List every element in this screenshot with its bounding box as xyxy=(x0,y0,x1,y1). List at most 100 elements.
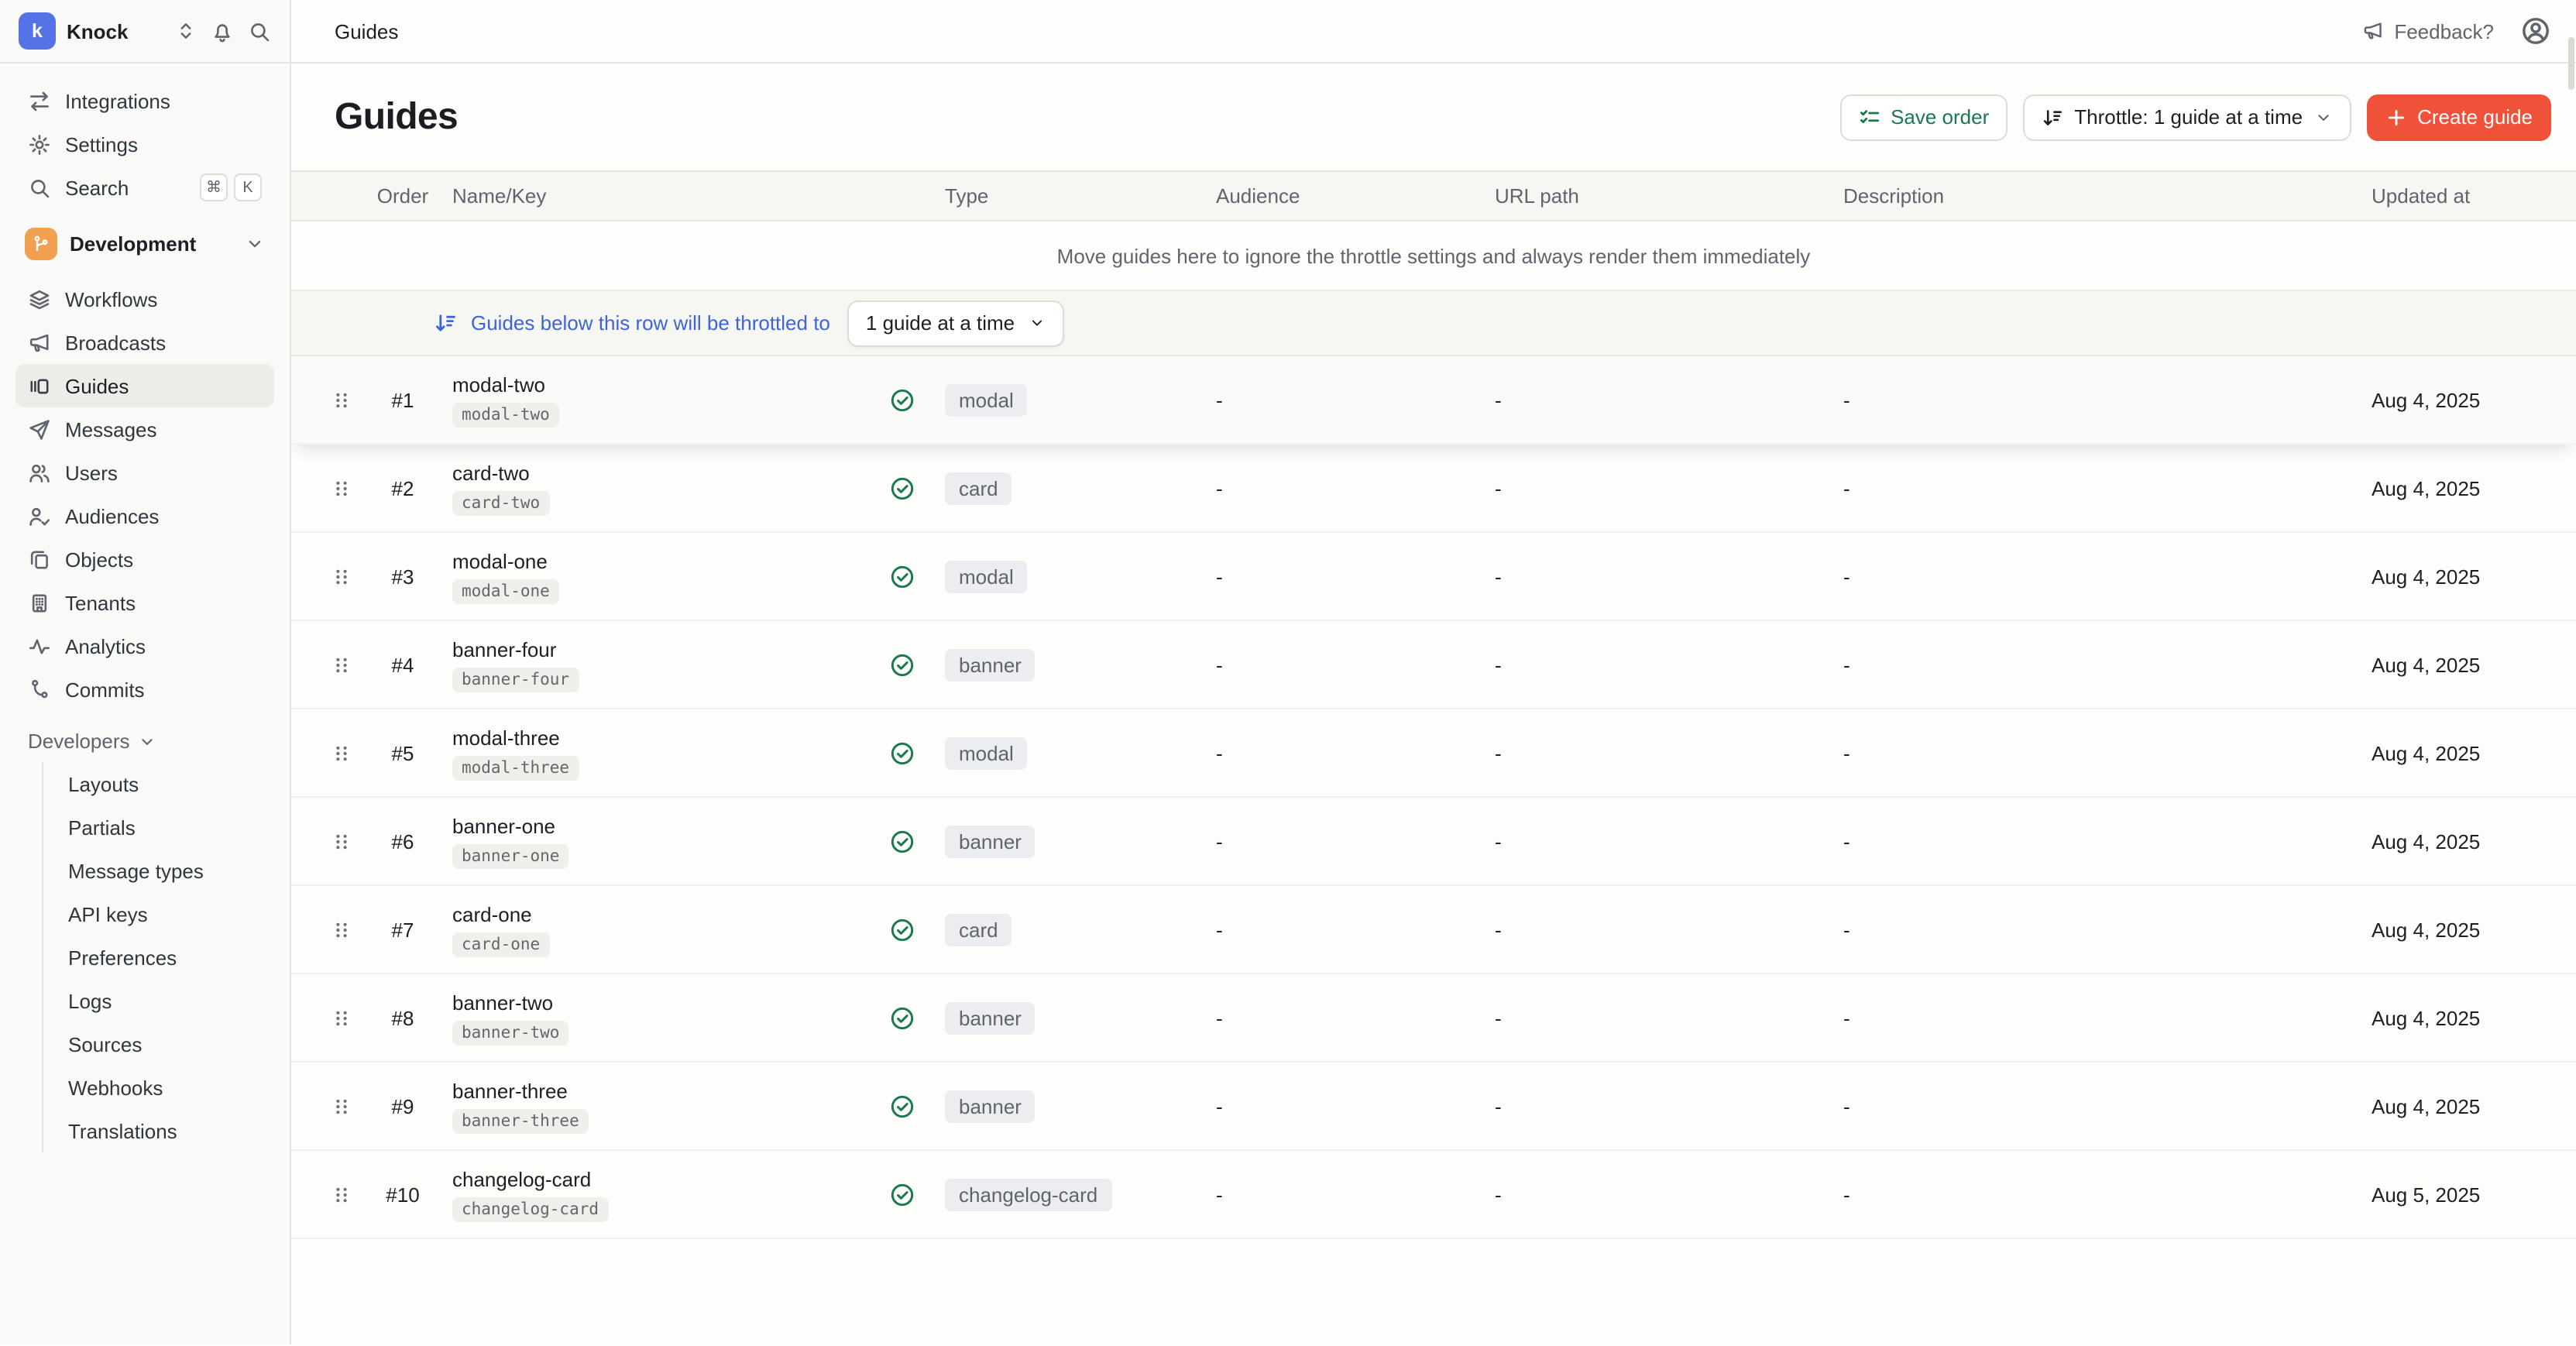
drag-handle-icon[interactable] xyxy=(329,1094,352,1118)
row-drag-cell xyxy=(307,1006,375,1029)
row-updated-at: Aug 4, 2025 xyxy=(2361,741,2551,764)
type-badge: modal xyxy=(945,383,1028,416)
drag-handle-icon[interactable] xyxy=(329,653,352,676)
row-order: #10 xyxy=(375,1183,431,1206)
type-badge: banner xyxy=(945,825,1036,857)
guide-name[interactable]: banner-one xyxy=(452,814,871,837)
feedback-label: Feedback? xyxy=(2394,19,2494,43)
top-bar-right: Feedback? xyxy=(2361,15,2551,46)
sidebar: Integrations Settings Search ⌘ K xyxy=(0,64,291,1344)
megaphone-icon xyxy=(2361,20,2383,42)
throttle-select[interactable]: 1 guide at a time xyxy=(847,300,1064,346)
circle-check-icon xyxy=(888,475,915,501)
table-row[interactable]: #6 banner-one banner-one banner - - xyxy=(291,798,2576,886)
guide-name[interactable]: modal-three xyxy=(452,726,871,749)
sidebar-item-settings[interactable]: Settings xyxy=(15,122,274,166)
row-updated-at: Aug 5, 2025 xyxy=(2361,1183,2551,1206)
feedback-button[interactable]: Feedback? xyxy=(2361,19,2494,43)
row-order: #9 xyxy=(375,1094,431,1118)
sidebar-section-developers[interactable]: Developers xyxy=(15,720,274,762)
guide-name[interactable]: card-one xyxy=(452,902,871,925)
vertical-scrollbar-thumb[interactable] xyxy=(2568,37,2574,90)
sidebar-item-workflows[interactable]: Workflows xyxy=(15,277,274,321)
sidebar-item-users[interactable]: Users xyxy=(15,451,274,494)
sidebar-item-audiences[interactable]: Audiences xyxy=(15,494,274,537)
guide-name[interactable]: card-two xyxy=(452,461,871,484)
sidebar-item-message-types[interactable]: Message types xyxy=(43,849,274,892)
search-icon[interactable] xyxy=(248,19,271,43)
sidebar-item-search[interactable]: Search ⌘ K xyxy=(15,166,274,209)
environment-switcher[interactable]: Development xyxy=(15,220,274,266)
unthrottled-drop-zone[interactable]: Move guides here to ignore the throttle … xyxy=(291,221,2576,291)
guide-name[interactable]: banner-three xyxy=(452,1079,871,1102)
row-name-cell: banner-two banner-two xyxy=(431,991,871,1045)
row-order: #4 xyxy=(375,653,431,676)
table-row[interactable]: #4 banner-four banner-four banner - - xyxy=(291,621,2576,709)
drag-handle-icon[interactable] xyxy=(329,476,352,500)
table-row[interactable]: #8 banner-two banner-two banner - - xyxy=(291,974,2576,1063)
row-audience: - xyxy=(1196,388,1484,411)
drag-handle-icon[interactable] xyxy=(329,1006,352,1029)
guide-name[interactable]: banner-four xyxy=(452,637,871,661)
drag-handle-icon[interactable] xyxy=(329,829,352,853)
sidebar-item-analytics[interactable]: Analytics xyxy=(15,624,274,668)
sidebar-item-sources[interactable]: Sources xyxy=(43,1022,274,1066)
sidebar-item-broadcasts[interactable]: Broadcasts xyxy=(15,321,274,364)
row-url-path: - xyxy=(1484,741,1834,764)
row-order: #8 xyxy=(375,1006,431,1029)
sidebar-top-nav: Integrations Settings xyxy=(15,79,274,166)
sidebar-item-tenants[interactable]: Tenants xyxy=(15,581,274,624)
sidebar-item-layouts[interactable]: Layouts xyxy=(43,762,274,805)
user-circle-icon[interactable] xyxy=(2520,15,2551,46)
guide-name[interactable]: modal-two xyxy=(452,373,871,396)
type-badge: banner xyxy=(945,1001,1036,1034)
git-branch-icon xyxy=(31,233,51,253)
drag-handle-icon[interactable] xyxy=(329,565,352,588)
drag-handle-icon[interactable] xyxy=(329,388,352,411)
sidebar-item-label: Layouts xyxy=(68,772,139,795)
sidebar-item-partials[interactable]: Partials xyxy=(43,805,274,849)
bell-icon[interactable] xyxy=(211,19,234,43)
table-row[interactable]: #1 modal-two modal-two modal - - xyxy=(291,356,2576,445)
drag-handle-icon[interactable] xyxy=(329,1183,352,1206)
row-type-cell: card xyxy=(933,913,1196,946)
table-row[interactable]: #3 modal-one modal-one modal - - xyxy=(291,533,2576,621)
sidebar-item-webhooks[interactable]: Webhooks xyxy=(43,1066,274,1109)
sidebar-item-preferences[interactable]: Preferences xyxy=(43,936,274,979)
sidebar-item-commits[interactable]: Commits xyxy=(15,668,274,711)
sidebar-item-integrations[interactable]: Integrations xyxy=(15,79,274,122)
row-description: - xyxy=(1834,653,2361,676)
page-title: Guides xyxy=(335,95,458,139)
chevron-down-icon xyxy=(245,233,265,253)
row-audience: - xyxy=(1196,1006,1484,1029)
knock-logo: k xyxy=(19,12,56,50)
row-status-cell xyxy=(871,1093,933,1119)
sidebar-item-objects[interactable]: Objects xyxy=(15,537,274,581)
table-row[interactable]: #9 banner-three banner-three banner - - xyxy=(291,1063,2576,1151)
sidebar-item-api-keys[interactable]: API keys xyxy=(43,892,274,936)
row-drag-cell xyxy=(307,1183,375,1206)
workspace-switcher[interactable]: k Knock xyxy=(0,0,291,62)
sidebar-item-guides[interactable]: Guides xyxy=(15,364,274,407)
table-row[interactable]: #5 modal-three modal-three modal - - xyxy=(291,709,2576,798)
row-url-path: - xyxy=(1484,476,1834,500)
sidebar-item-logs[interactable]: Logs xyxy=(43,979,274,1022)
throttle-button[interactable]: Throttle: 1 guide at a time xyxy=(2023,94,2351,140)
drag-handle-icon[interactable] xyxy=(329,918,352,941)
save-order-button[interactable]: Save order xyxy=(1839,94,2008,140)
guide-name[interactable]: modal-one xyxy=(452,549,871,572)
chevrons-up-down-icon[interactable] xyxy=(175,20,197,42)
guide-name[interactable]: changelog-card xyxy=(452,1167,871,1190)
sidebar-item-translations[interactable]: Translations xyxy=(43,1109,274,1152)
sidebar-item-label: Sources xyxy=(68,1032,142,1056)
row-updated-at: Aug 4, 2025 xyxy=(2361,476,2551,500)
guide-name[interactable]: banner-two xyxy=(452,991,871,1014)
drag-handle-icon[interactable] xyxy=(329,741,352,764)
workspace-name: Knock xyxy=(67,19,164,43)
table-row[interactable]: #7 card-one card-one card - - xyxy=(291,886,2576,974)
create-guide-button[interactable]: Create guide xyxy=(2366,94,2551,140)
table-row[interactable]: #10 changelog-card changelog-card change… xyxy=(291,1151,2576,1239)
table-row[interactable]: #2 card-two card-two card - - xyxy=(291,445,2576,533)
sidebar-item-messages[interactable]: Messages xyxy=(15,407,274,451)
environment-label: Development xyxy=(70,232,196,255)
